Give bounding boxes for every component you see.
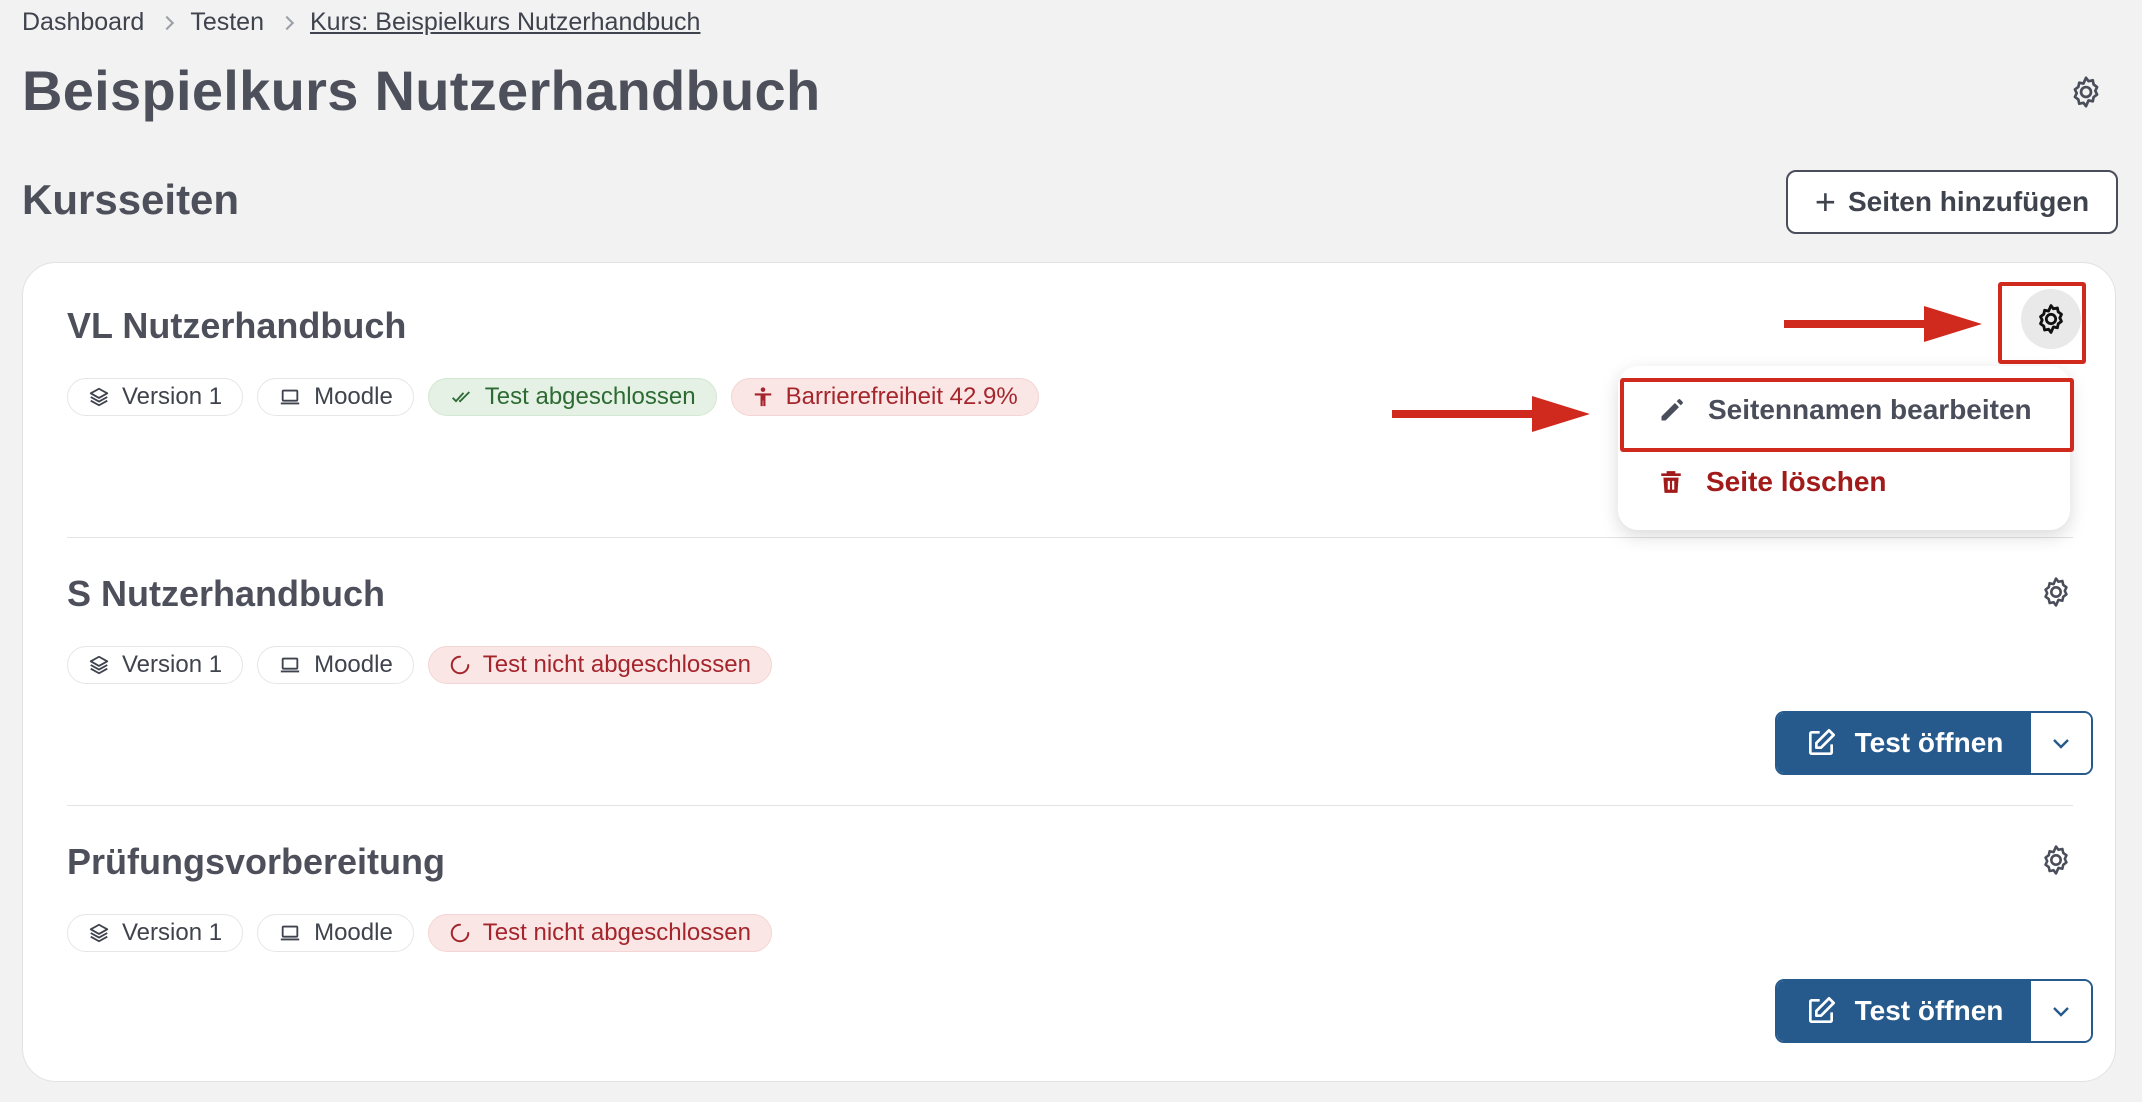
page-chips: Version 1 Moodle Test nicht abgeschlosse…	[67, 914, 772, 952]
test-open-button[interactable]: Test öffnen	[1777, 981, 2031, 1041]
chevron-right-icon	[279, 15, 295, 30]
spinner-icon	[450, 923, 470, 943]
page-title-vl: VL Nutzerhandbuch	[67, 305, 407, 346]
spinner-icon	[450, 655, 470, 675]
chevron-down-icon	[2053, 739, 2069, 749]
platform-chip: Moodle	[257, 646, 414, 684]
platform-chip: Moodle	[257, 914, 414, 952]
annotation-highlight-gear	[1998, 282, 2086, 364]
test-status-chip: Test abgeschlossen	[427, 378, 717, 416]
test-status-chip: Test nicht abgeschlossen	[427, 646, 772, 684]
accessibility-chip: Barrierefreiheit 42.9%	[730, 378, 1039, 416]
test-open-button[interactable]: Test öffnen	[1777, 713, 2031, 773]
page-chips: Version 1 Moodle Test abgeschlossen Barr…	[67, 378, 1039, 416]
double-check-icon	[451, 391, 470, 403]
page-title-s: S Nutzerhandbuch	[67, 573, 386, 614]
layers-icon	[89, 655, 109, 675]
annotation-arrow-icon	[1784, 304, 1984, 344]
plus-icon: +	[1814, 181, 1836, 222]
test-open-split-button: Test öffnen	[1775, 979, 2093, 1043]
add-pages-button[interactable]: + Seiten hinzufügen	[1786, 170, 2118, 234]
edit-square-icon	[1808, 997, 1835, 1023]
test-open-split-button: Test öffnen	[1775, 711, 2093, 775]
delete-page-menu-item[interactable]: Seite löschen	[1658, 466, 1887, 498]
chevron-down-icon	[2053, 1007, 2069, 1017]
laptop-icon	[280, 925, 300, 941]
test-status-chip: Test nicht abgeschlossen	[427, 914, 772, 952]
laptop-icon	[280, 657, 300, 673]
section-title: Kursseiten	[22, 176, 240, 223]
edit-square-icon	[1808, 729, 1835, 755]
platform-chip: Moodle	[257, 378, 414, 416]
breadcrumb-testen[interactable]: Testen	[190, 8, 264, 37]
layers-icon	[89, 387, 109, 407]
page-title: Beispielkurs Nutzerhandbuch	[22, 59, 821, 122]
accessibility-icon	[754, 387, 771, 407]
layers-icon	[89, 923, 109, 943]
test-options-dropdown[interactable]	[2031, 981, 2091, 1041]
chevron-right-icon	[160, 15, 175, 30]
breadcrumb-dashboard[interactable]: Dashboard	[22, 8, 144, 37]
course-settings-gear-icon[interactable]	[2068, 74, 2104, 110]
page-settings-gear-icon[interactable]	[2039, 843, 2075, 879]
version-chip: Version 1	[67, 378, 244, 416]
laptop-icon	[280, 389, 300, 405]
breadcrumb: Dashboard Testen Kurs: Beispielkurs Nutz…	[22, 8, 700, 37]
version-chip: Version 1	[67, 914, 244, 952]
page-settings-gear-icon[interactable]	[2039, 575, 2075, 611]
row-divider	[67, 805, 2073, 806]
annotation-highlight-rename	[1620, 378, 2074, 452]
test-options-dropdown[interactable]	[2031, 713, 2091, 773]
row-divider	[67, 537, 2073, 538]
page-title-pruefung: Prüfungsvorbereitung	[67, 841, 446, 882]
trash-icon	[1661, 471, 1681, 493]
breadcrumb-current[interactable]: Kurs: Beispielkurs Nutzerhandbuch	[310, 8, 700, 37]
annotation-arrow-icon	[1392, 394, 1592, 434]
version-chip: Version 1	[67, 646, 244, 684]
add-pages-label: Seiten hinzufügen	[1847, 186, 2090, 217]
page-chips: Version 1 Moodle Test nicht abgeschlosse…	[67, 646, 772, 684]
